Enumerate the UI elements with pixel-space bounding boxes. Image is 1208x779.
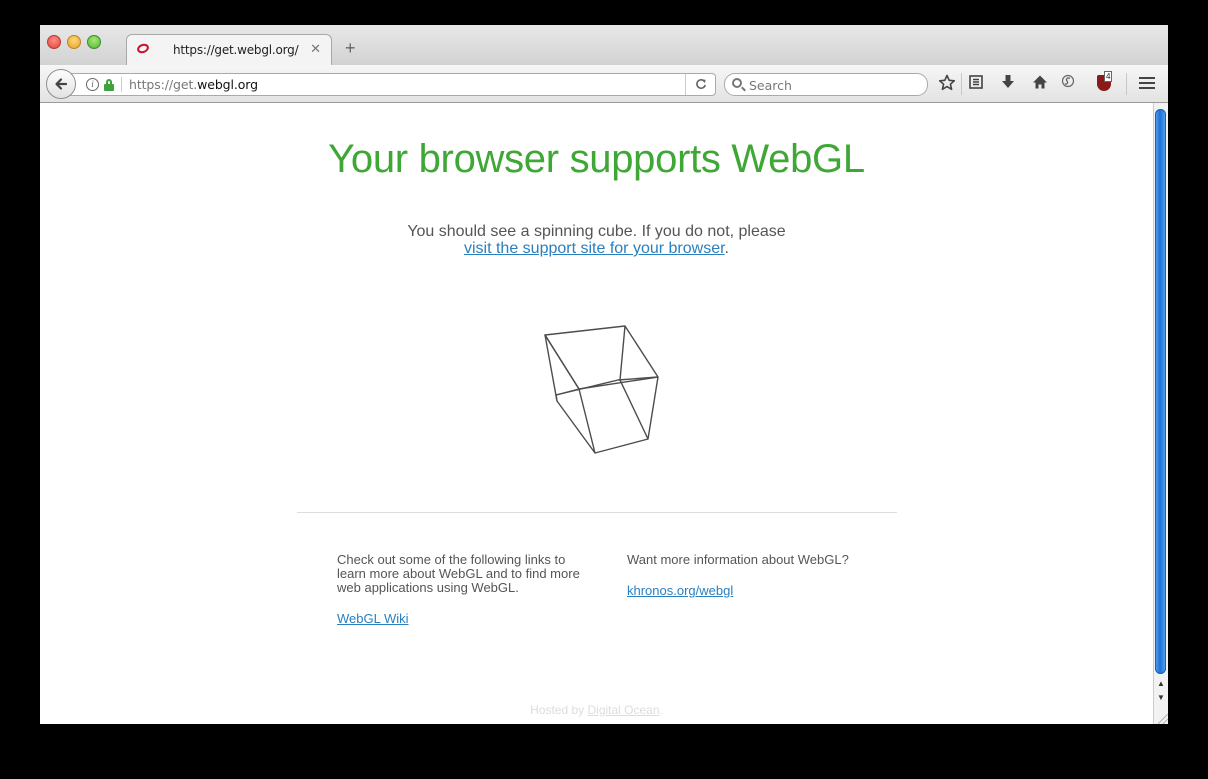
footer-period: . [659, 703, 663, 717]
search-icon [732, 78, 742, 88]
cube-inner-edge [555, 388, 580, 396]
home-icon[interactable] [1030, 74, 1050, 94]
reading-list-icon[interactable] [966, 74, 986, 94]
toolbar-divider [961, 73, 962, 95]
cube-top-face [544, 325, 659, 390]
webgl-wiki-link[interactable]: WebGL Wiki [337, 611, 409, 626]
digital-ocean-link[interactable]: Digital Ocean [587, 703, 659, 717]
support-site-link[interactable]: visit the support site for your browser [464, 240, 725, 257]
cube-bottom-edge [594, 438, 649, 454]
url-text[interactable]: https://get.webgl.org [129, 77, 258, 92]
intro-period: . [724, 240, 729, 257]
reload-icon[interactable] [685, 74, 715, 95]
url-host: webgl.org [197, 77, 258, 92]
lock-icon[interactable] [104, 79, 114, 91]
section-divider [297, 512, 897, 513]
webgl-favicon-icon [135, 42, 151, 55]
scrollbar-thumb[interactable] [1155, 109, 1166, 674]
window-close-button[interactable] [47, 35, 61, 49]
tab-close-icon[interactable]: ✕ [310, 41, 321, 57]
tab-active[interactable]: https://get.webgl.org/ ✕ [126, 34, 332, 65]
page-footer: Hosted by Digital Ocean. [40, 703, 1153, 717]
spinning-cube-canvas [544, 325, 659, 454]
resize-grip-icon[interactable] [1158, 714, 1168, 724]
tab-title: https://get.webgl.org/ [173, 43, 299, 57]
cube-left-edges [544, 334, 596, 454]
cube-middle-edge [555, 376, 659, 402]
footer-text: Hosted by [530, 703, 588, 717]
info-icon[interactable]: i [86, 78, 99, 91]
bookmark-star-icon[interactable] [937, 74, 957, 94]
page-headline: Your browser supports WebGL [328, 137, 865, 181]
info-column: Want more information about WebGL? khron… [627, 553, 887, 598]
back-arrow-icon[interactable] [46, 69, 76, 99]
scroll-down-arrow-icon[interactable]: ▼ [1156, 693, 1166, 702]
url-bar[interactable]: i https://get.webgl.org [68, 73, 716, 96]
ublock-badge: 4 [1104, 71, 1113, 82]
scroll-up-arrow-icon[interactable]: ▲ [1156, 679, 1166, 688]
url-scheme: https:// [129, 77, 174, 92]
download-icon[interactable] [998, 74, 1018, 94]
tab-strip: https://get.webgl.org/ ✕ + [40, 25, 1168, 65]
new-tab-button[interactable]: + [345, 39, 356, 57]
vertical-scrollbar[interactable]: ▲ ▼ [1153, 103, 1168, 724]
window-maximize-button[interactable] [87, 35, 101, 49]
page-content: Your browser supports WebGL You should s… [40, 103, 1153, 724]
search-input[interactable] [749, 77, 919, 93]
browser-window: https://get.webgl.org/ ✕ + i https://get… [40, 25, 1168, 724]
links-column: Check out some of the following links to… [337, 553, 595, 626]
links-description: Check out some of the following links to… [337, 552, 580, 595]
toolbar-divider [1126, 73, 1127, 95]
khronos-link[interactable]: khronos.org/webgl [627, 583, 733, 598]
window-minimize-button[interactable] [67, 35, 81, 49]
url-divider [121, 77, 122, 92]
hamburger-menu-icon[interactable] [1139, 77, 1155, 91]
info-description: Want more information about WebGL? [627, 552, 849, 567]
url-prefix: get. [173, 77, 198, 92]
navigation-toolbar: i https://get.webgl.org Search 4 [40, 65, 1168, 103]
search-bar[interactable] [724, 73, 928, 96]
intro-text: You should see a spinning cube. If you d… [40, 223, 1153, 257]
intro-message: You should see a spinning cube. If you d… [407, 223, 786, 240]
sync-icon[interactable] [1058, 74, 1078, 94]
